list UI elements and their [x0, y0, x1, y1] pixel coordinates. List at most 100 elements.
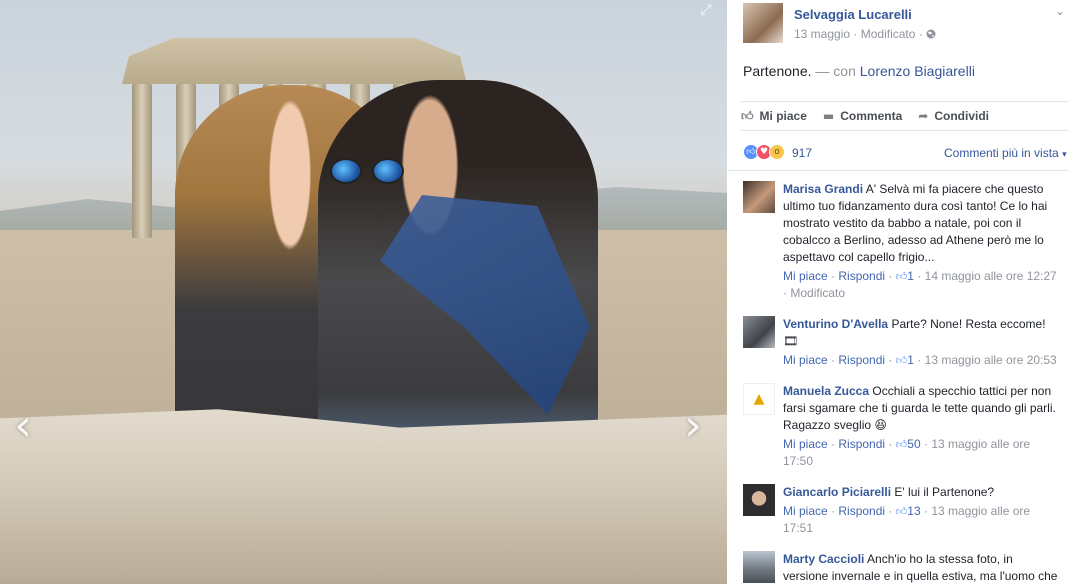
post-header: Selvaggia Lucarelli 13 maggio · Modifica…	[727, 0, 1069, 48]
commenter-name[interactable]: Manuela Zucca	[783, 384, 869, 398]
comment-footer: Mi piace · Rispondi · 👍︎50 · 13 maggio a…	[783, 436, 1059, 474]
thumbs-up-icon: 👍︎	[895, 438, 908, 451]
comment-time[interactable]: 13 maggio alle ore 20:53	[925, 353, 1057, 367]
comment-item: Marty Caccioli Anch'io ho la stessa foto…	[727, 541, 1069, 584]
comment-reply-link[interactable]: Rispondi	[838, 437, 885, 451]
commenter-name[interactable]: Marty Caccioli	[783, 552, 864, 566]
footer-separator: ·	[831, 504, 836, 518]
commenter-avatar[interactable]	[743, 484, 775, 516]
commenter-name[interactable]: Venturino D'Avella	[783, 317, 888, 331]
post-photo[interactable]: ‹ › ⤢	[0, 0, 727, 584]
footer-separator: ·	[831, 269, 836, 283]
comment-item: Marisa Grandi A' Selvà mi fa piacere che…	[727, 171, 1069, 306]
comment-button[interactable]: ▬ Commenta	[823, 109, 902, 123]
warning-sign-icon: ▲	[753, 391, 765, 407]
chevron-down-icon[interactable]: ⌄	[1055, 4, 1065, 18]
comment-edited[interactable]: Modificato	[790, 286, 845, 300]
comment-item: ▲ Manuela Zucca Occhiali a specchio tatt…	[727, 373, 1069, 474]
comment-like-link[interactable]: Mi piace	[783, 353, 828, 367]
footer-separator: ·	[923, 504, 928, 518]
commenter-name[interactable]: Giancarlo Piciarelli	[783, 485, 891, 499]
comment-reply-link[interactable]: Rispondi	[838, 504, 885, 518]
post-caption: Partenone. — con Lorenzo Biagiarelli	[743, 63, 975, 79]
author-name[interactable]: Selvaggia Lucarelli	[794, 7, 912, 22]
commenter-avatar[interactable]	[743, 181, 775, 213]
footer-separator: ·	[831, 437, 836, 451]
like-button[interactable]: 👍︎ Mi piace	[741, 109, 807, 124]
mirror-sunglasses	[330, 158, 408, 184]
commenter-avatar[interactable]: ▲	[743, 383, 775, 415]
thumbs-up-icon: 👍︎	[895, 354, 908, 367]
caption-text: Partenone.	[743, 63, 812, 79]
comment-footer: Mi piace · Rispondi · 👍︎13 · 13 maggio a…	[783, 503, 1059, 541]
like-label: Mi piace	[759, 109, 807, 123]
comments-list: Marisa Grandi A' Selvà mi fa piacere che…	[727, 170, 1069, 584]
commenter-avatar[interactable]	[743, 316, 775, 348]
sunglasses-lens-right	[372, 158, 404, 184]
wow-reaction-icon[interactable]: o	[769, 144, 785, 160]
temple-column	[132, 84, 152, 238]
previous-photo-arrow-icon[interactable]: ‹	[8, 402, 38, 450]
commenter-name[interactable]: Marisa Grandi	[783, 182, 863, 196]
thumbs-up-icon: 👍︎	[741, 108, 754, 123]
comment-likes[interactable]: 👍︎13	[896, 504, 921, 518]
comment-likes[interactable]: 👍︎50	[896, 437, 921, 451]
comment-sort-dropdown[interactable]: Commenti più in vista ▾	[944, 146, 1067, 160]
foreground-rocks	[0, 409, 727, 584]
comment-text: Parte? None! Resta eccome!	[891, 317, 1046, 331]
comment-like-link[interactable]: Mi piace	[783, 437, 828, 451]
thumbs-up-icon: 👍︎	[895, 270, 908, 283]
laughing-emoji-icon: 😆	[874, 418, 887, 432]
comment-item: Giancarlo Piciarelli E' lui il Partenone…	[727, 474, 1069, 541]
footer-separator: ·	[831, 353, 836, 367]
comment-likes[interactable]: 👍︎1	[896, 269, 914, 283]
comment-likes-count: 50	[907, 437, 921, 451]
comment-body: Marty Caccioli Anch'io ho la stessa foto…	[783, 551, 1059, 584]
comment-like-link[interactable]: Mi piace	[783, 504, 828, 518]
footer-separator: ·	[888, 437, 893, 451]
comment-reply-link[interactable]: Rispondi	[838, 353, 885, 367]
next-photo-arrow-icon[interactable]: ›	[678, 402, 708, 450]
footer-separator: ·	[923, 437, 928, 451]
comment-sort-label: Commenti più in vista	[944, 146, 1059, 160]
comment-like-link[interactable]: Mi piace	[783, 269, 828, 283]
comment-likes-count: 13	[907, 504, 921, 518]
post-meta: 13 maggio · Modificato ·	[794, 27, 936, 41]
sunglasses-lens-left	[330, 158, 362, 184]
share-label: Condividi	[934, 109, 989, 123]
comment-item: Venturino D'Avella Parte? None! Resta ec…	[727, 306, 1069, 373]
comment-label: Commenta	[840, 109, 903, 123]
footer-separator: ·	[917, 353, 922, 367]
share-arrow-icon: ➦	[918, 109, 929, 123]
post-side-panel: Selvaggia Lucarelli 13 maggio · Modifica…	[727, 0, 1069, 584]
comment-likes-count: 1	[907, 269, 914, 283]
comment-footer: Mi piace · Rispondi · 👍︎1 · 13 maggio al…	[783, 352, 1059, 373]
share-button[interactable]: ➦ Condividi	[918, 109, 989, 123]
temple-pediment	[122, 38, 467, 84]
post-edited[interactable]: Modificato	[861, 27, 916, 41]
author-avatar[interactable]	[743, 3, 783, 43]
comment-text: E' lui il Partenone?	[894, 485, 995, 499]
thumbs-up-icon: 👍︎	[895, 505, 908, 518]
comment-likes[interactable]: 👍︎1	[896, 353, 914, 367]
meta-separator: ·	[853, 27, 858, 41]
reactions-count[interactable]: 917	[792, 146, 812, 160]
film-emoji-icon: 🎞	[783, 334, 799, 348]
comment-reply-link[interactable]: Rispondi	[838, 269, 885, 283]
post-date[interactable]: 13 maggio	[794, 27, 850, 41]
expand-icon[interactable]: ⤢	[698, 2, 714, 18]
speech-bubble-icon: ▬	[822, 109, 835, 123]
post-actions-bar: 👍︎ Mi piace ▬ Commenta ➦ Condividi	[741, 101, 1069, 131]
chevron-down-icon: ▾	[1062, 150, 1067, 160]
tagged-person-link[interactable]: Lorenzo Biagiarelli	[860, 63, 975, 79]
comment-body: Marisa Grandi A' Selvà mi fa piacere che…	[783, 181, 1059, 266]
footer-separator: ·	[888, 504, 893, 518]
globe-icon	[926, 29, 936, 39]
commenter-avatar[interactable]	[743, 551, 775, 583]
comment-time[interactable]: 14 maggio alle ore 12:27	[925, 269, 1057, 283]
footer-separator: ·	[783, 286, 787, 300]
comment-body: Giancarlo Piciarelli E' lui il Partenone…	[783, 484, 1059, 501]
comment-footer: Mi piace · Rispondi · 👍︎1 · 14 maggio al…	[783, 268, 1059, 306]
footer-separator: ·	[888, 353, 893, 367]
meta-separator: ·	[918, 27, 923, 41]
